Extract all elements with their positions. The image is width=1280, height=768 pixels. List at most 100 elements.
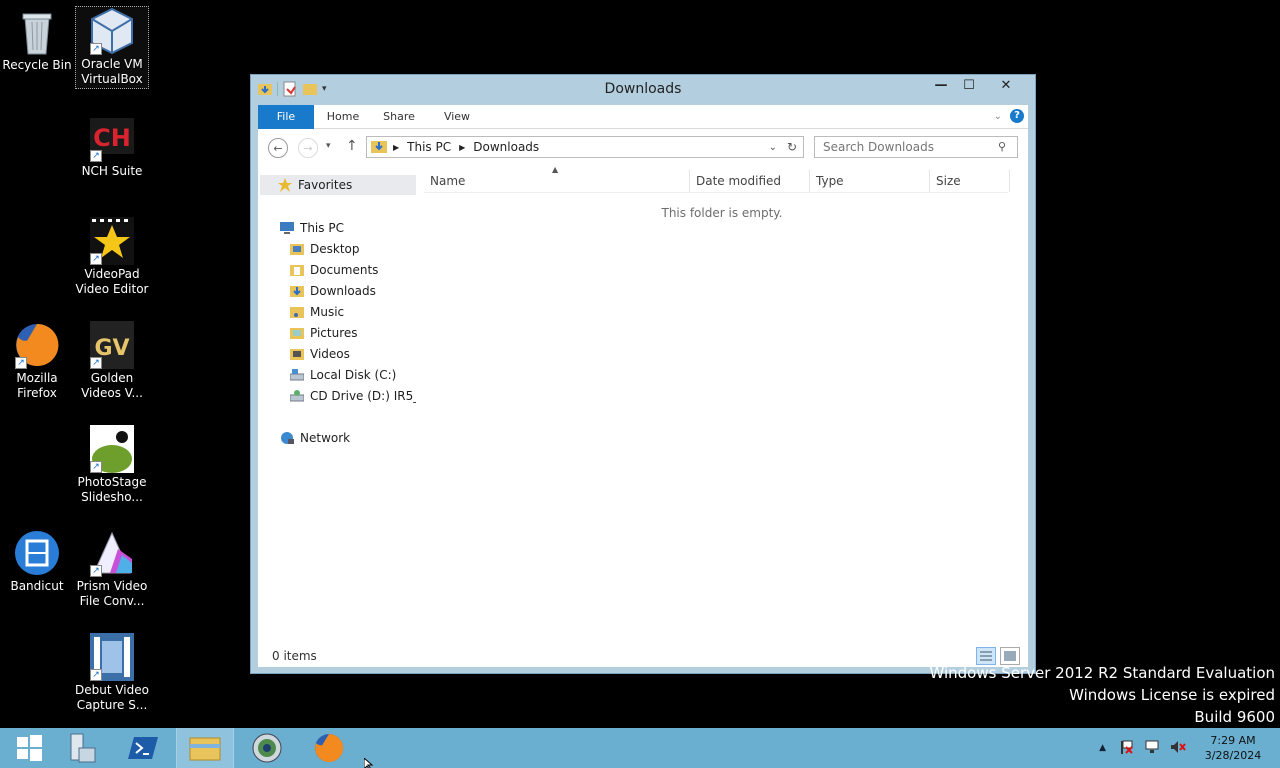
svg-text:CH: CH	[93, 124, 131, 152]
cd-drive-icon	[289, 389, 305, 403]
breadcrumb-downloads[interactable]: Downloads	[473, 140, 539, 154]
desktop-icon-bandicut[interactable]: Bandicut	[0, 529, 74, 594]
desktop-icon-label: VideoPad Video Editor	[75, 267, 149, 296]
clock-time: 7:29 AM	[1210, 734, 1256, 747]
music-folder-icon	[290, 305, 304, 319]
volume-muted-icon[interactable]	[1170, 739, 1186, 758]
folder-icon	[290, 263, 304, 277]
nav-item-pictures[interactable]: Pictures	[290, 323, 358, 343]
nav-item-music[interactable]: Music	[290, 302, 344, 322]
tab-view[interactable]: View	[434, 105, 480, 129]
refresh-icon[interactable]: ↻	[787, 140, 797, 154]
prism-icon: ↗	[88, 529, 136, 577]
nav-item-videos[interactable]: Videos	[290, 344, 350, 364]
search-input[interactable]	[814, 136, 1018, 158]
help-icon[interactable]: ?	[1010, 109, 1024, 123]
breadcrumb-arrow-icon: ▶	[393, 142, 400, 152]
desktop-icon-label: Prism Video File Conv...	[76, 579, 148, 608]
nav-item-local-disk[interactable]: Local Disk (C:)	[289, 365, 397, 385]
debut-icon: ↗	[88, 633, 136, 681]
column-header-name[interactable]: Name	[424, 170, 690, 192]
nav-item-desktop[interactable]: Desktop	[290, 239, 360, 259]
column-header-date-modified[interactable]: Date modified	[690, 170, 810, 192]
downloads-folder-icon	[371, 139, 387, 156]
address-bar[interactable]: ▶ This PC ▶ Downloads ⌄ ↻	[366, 136, 804, 158]
firefox-taskbar-button[interactable]	[300, 728, 358, 768]
computer-icon	[280, 221, 294, 235]
recent-locations-icon[interactable]: ▾	[326, 141, 331, 151]
globe-app-icon	[252, 733, 282, 763]
clock[interactable]: 7:29 AM 3/28/2024	[1198, 733, 1268, 763]
nav-item-label: Music	[310, 305, 345, 319]
nav-item-cd-drive[interactable]: CD Drive (D:) IR5_CC	[289, 386, 416, 406]
desktop-icon-photostage[interactable]: ↗ PhotoStage Slidesho...	[75, 425, 149, 505]
desktop-icon-virtualbox[interactable]: ↗ Oracle VM VirtualBox	[75, 6, 149, 89]
nav-item-label: Documents	[310, 263, 379, 277]
maximize-button[interactable]: ☐	[955, 75, 983, 95]
desktop-icon-videopad[interactable]: ↗ VideoPad Video Editor	[75, 217, 149, 297]
desktop-icon-firefox[interactable]: ↗ Mozilla Firefox	[0, 321, 74, 401]
desktop-icon-label: NCH Suite	[81, 164, 143, 178]
nav-item-label: Downloads	[310, 284, 376, 298]
desktop-icon-label: Golden Videos V...	[81, 371, 143, 400]
desktop-icon-recycle-bin[interactable]: Recycle Bin	[0, 8, 74, 73]
desktop-icon-prism[interactable]: ↗ Prism Video File Conv...	[75, 529, 149, 609]
nav-item-favorites[interactable]: Favorites	[260, 175, 416, 195]
breadcrumb-this-pc[interactable]: This PC	[407, 140, 451, 154]
server-manager-button[interactable]	[52, 728, 110, 768]
nav-item-label: This PC	[300, 221, 344, 235]
file-explorer-button[interactable]	[176, 728, 234, 768]
tab-file[interactable]: File	[258, 105, 314, 129]
close-button[interactable]: ✕	[983, 75, 1029, 95]
start-button[interactable]	[0, 728, 58, 768]
network-tray-icon[interactable]	[1144, 739, 1160, 758]
minimize-button[interactable]: —	[927, 75, 955, 95]
nav-item-network[interactable]: Network	[280, 428, 350, 448]
network-icon	[280, 431, 294, 445]
desktop-icon-label: Recycle Bin	[2, 58, 72, 72]
powershell-button[interactable]	[114, 728, 172, 768]
back-button[interactable]: ←	[268, 138, 288, 158]
watermark-edition: Windows Server 2012 R2 Standard Evaluati…	[929, 664, 1275, 682]
address-dropdown-icon[interactable]: ⌄	[769, 142, 777, 153]
app-globe-button[interactable]	[238, 728, 296, 768]
nav-item-documents[interactable]: Documents	[290, 260, 378, 280]
desktop-icon-label: Bandicut	[10, 579, 64, 593]
star-icon	[278, 178, 292, 192]
golden-videos-icon: GV ↗	[88, 321, 136, 369]
file-list: ▲ Name Date modified Type Size This fold…	[416, 165, 1028, 645]
nav-item-label: Videos	[310, 347, 350, 361]
shortcut-arrow-icon: ↗	[90, 150, 102, 162]
desktop-icon-debut[interactable]: ↗ Debut Video Capture S...	[75, 633, 149, 713]
content-area: Favorites This PC Desktop Documents Down…	[258, 165, 1028, 645]
shortcut-arrow-icon: ↗	[90, 253, 102, 265]
title-bar[interactable]: ▾ Downloads — ☐ ✕	[251, 75, 1035, 105]
nav-item-this-pc[interactable]: This PC	[280, 218, 344, 238]
action-center-flag-icon[interactable]	[1118, 739, 1134, 758]
show-hidden-icons-icon[interactable]: ▲	[1099, 743, 1106, 753]
desktop-icon-nch-suite[interactable]: CH ↗ NCH Suite	[75, 114, 149, 179]
mouse-cursor-icon	[363, 756, 374, 768]
nav-item-label: Pictures	[310, 326, 358, 340]
tab-share[interactable]: Share	[376, 105, 422, 129]
window-controls: — ☐ ✕	[927, 75, 1029, 95]
nav-item-label: CD Drive (D:) IR5_CC	[310, 389, 416, 403]
ribbon-tabs: File Home Share View ⌄ ?	[258, 105, 1028, 129]
server-manager-icon	[70, 733, 96, 763]
nav-item-downloads[interactable]: Downloads	[290, 281, 376, 301]
column-header-type[interactable]: Type	[810, 170, 930, 192]
videopad-icon: ↗	[88, 217, 136, 265]
desktop-icon-label: Mozilla Firefox	[16, 371, 58, 400]
watermark-license: Windows License is expired	[1069, 686, 1275, 704]
up-arrow-icon[interactable]: ↑	[346, 138, 358, 154]
forward-button[interactable]: →	[298, 138, 318, 158]
expand-ribbon-icon[interactable]: ⌄	[994, 111, 1002, 122]
desktop-icon-golden-videos[interactable]: GV ↗ Golden Videos V...	[75, 321, 149, 401]
clock-date: 3/28/2024	[1204, 749, 1262, 762]
navigation-pane: Favorites This PC Desktop Documents Down…	[258, 165, 416, 645]
column-header-size[interactable]: Size	[930, 170, 1010, 192]
tab-home[interactable]: Home	[320, 105, 366, 129]
nav-item-label: Local Disk (C:)	[310, 368, 397, 382]
item-count: 0 items	[272, 649, 317, 663]
explorer-window: ▾ Downloads — ☐ ✕ File Home Share View ⌄…	[250, 74, 1036, 674]
